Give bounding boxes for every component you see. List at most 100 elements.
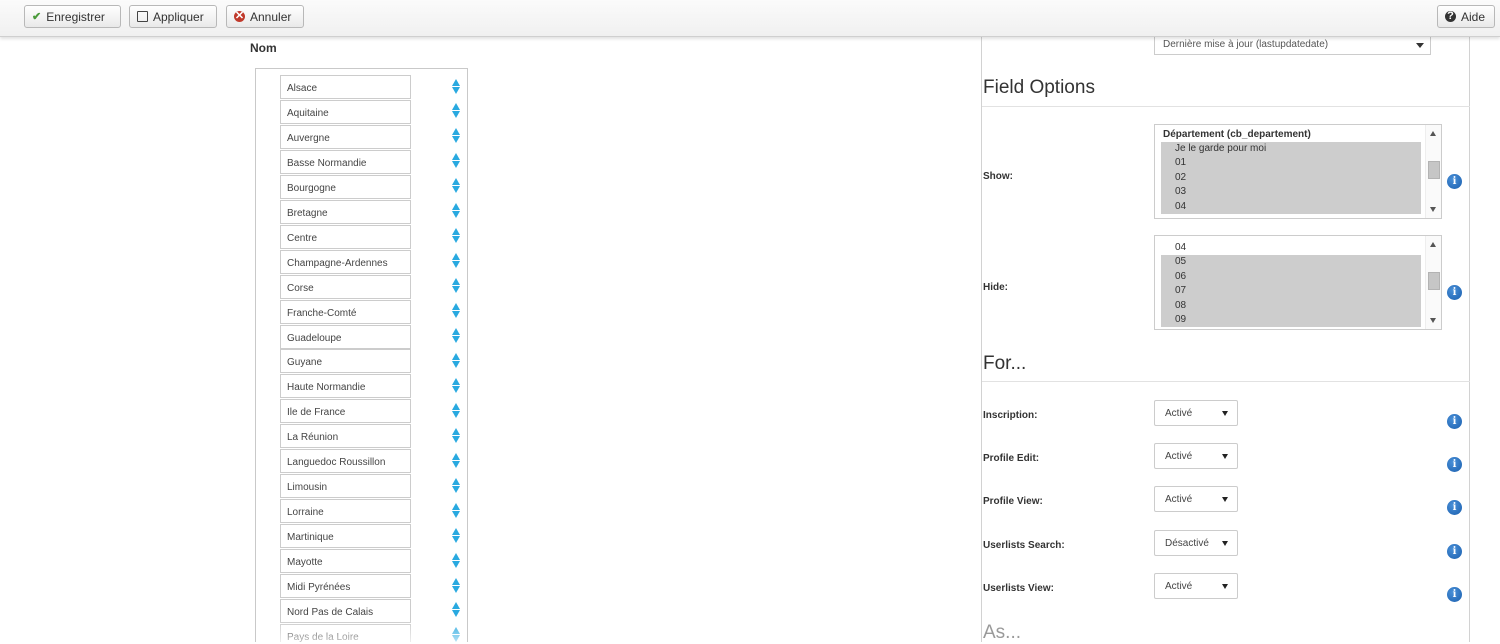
list-item[interactable]: Guadeloupe bbox=[256, 319, 467, 349]
caret-down-icon bbox=[1222, 497, 1228, 503]
caret-down-icon bbox=[1222, 540, 1228, 546]
drag-handle-icon[interactable] bbox=[450, 626, 462, 642]
cancel-icon: ✕ bbox=[234, 10, 245, 22]
list-item[interactable]: Auvergne bbox=[256, 119, 467, 149]
list-item[interactable]: Lorraine bbox=[256, 493, 467, 524]
info-icon[interactable]: i bbox=[1447, 586, 1462, 602]
list-item[interactable]: Guyane bbox=[256, 343, 467, 374]
show-scrollbar[interactable] bbox=[1425, 125, 1441, 218]
show-option[interactable]: Je le garde pour moi bbox=[1161, 142, 1421, 157]
for-row-select[interactable]: Activé bbox=[1154, 486, 1238, 513]
show-optgroup: Département (cb_departement) bbox=[1163, 129, 1311, 140]
list-item[interactable]: Languedoc Roussillon bbox=[256, 443, 467, 474]
list-item[interactable]: Mayotte bbox=[256, 543, 467, 574]
for-row-select[interactable]: Activé bbox=[1154, 443, 1238, 470]
drag-handle-icon[interactable] bbox=[450, 551, 462, 569]
cancel-label: Annuler bbox=[250, 9, 292, 24]
help-label: Aide bbox=[1461, 9, 1486, 24]
list-item[interactable]: Aquitaine bbox=[256, 94, 467, 124]
for-row-select-value: Activé bbox=[1165, 451, 1193, 463]
drag-handle-icon[interactable] bbox=[450, 501, 462, 519]
drag-handle-icon[interactable] bbox=[450, 426, 462, 444]
drag-handle-icon[interactable] bbox=[450, 202, 462, 220]
scroll-up-icon bbox=[1430, 131, 1436, 136]
hide-scrollbar[interactable] bbox=[1425, 236, 1441, 329]
list-title: Nom bbox=[250, 41, 277, 55]
list-item[interactable]: Bretagne bbox=[256, 194, 467, 224]
hide-option[interactable]: 08 bbox=[1161, 298, 1421, 313]
info-icon[interactable]: i bbox=[1447, 543, 1462, 559]
show-option[interactable]: 04 bbox=[1161, 199, 1421, 214]
list-item[interactable]: Haute Normandie bbox=[256, 368, 467, 399]
for-row-select[interactable]: Activé bbox=[1154, 572, 1238, 599]
drag-handle-icon[interactable] bbox=[450, 77, 462, 95]
list-item[interactable]: Midi Pyrénées bbox=[256, 568, 467, 598]
list-item[interactable]: Ile de France bbox=[256, 393, 467, 424]
list-item[interactable]: Martinique bbox=[256, 518, 467, 549]
scroll-up-icon bbox=[1430, 242, 1436, 247]
hide-option[interactable]: 04 bbox=[1161, 241, 1421, 255]
toolbar: ✔ Enregistrer Appliquer ✕ Annuler ? Aide bbox=[0, 0, 1500, 37]
list-item[interactable]: Limousin bbox=[256, 468, 467, 499]
apply-button[interactable]: Appliquer bbox=[129, 5, 217, 28]
list-item-input[interactable]: Pays de la Loire bbox=[280, 623, 411, 642]
list-item[interactable]: Bourgogne bbox=[256, 169, 467, 199]
drag-handle-icon[interactable] bbox=[450, 177, 462, 195]
drag-handle-icon[interactable] bbox=[450, 576, 462, 594]
caret-down-icon bbox=[1222, 583, 1228, 589]
as-title: As... bbox=[983, 622, 1022, 643]
scroll-thumb[interactable] bbox=[1428, 161, 1440, 179]
drag-handle-icon[interactable] bbox=[450, 451, 462, 469]
drag-handle-icon[interactable] bbox=[450, 227, 462, 245]
hide-option[interactable]: 09 bbox=[1161, 312, 1421, 328]
drag-handle-icon[interactable] bbox=[450, 327, 462, 345]
drag-handle-icon[interactable] bbox=[450, 476, 462, 494]
drag-handle-icon[interactable] bbox=[450, 351, 462, 369]
list-item[interactable]: Alsace bbox=[256, 69, 467, 99]
list-item[interactable]: Nord Pas de Calais bbox=[256, 593, 467, 623]
check-icon: ✔ bbox=[32, 11, 42, 23]
drag-handle-icon[interactable] bbox=[450, 127, 462, 145]
list-item[interactable]: Centre bbox=[256, 219, 467, 249]
sort-select[interactable]: Dernière mise à jour (lastupdatedate) bbox=[1154, 35, 1431, 55]
hide-option[interactable]: 07 bbox=[1161, 284, 1421, 299]
for-title: For... bbox=[983, 353, 1027, 374]
drag-handle-icon[interactable] bbox=[450, 376, 462, 394]
help-button[interactable]: ? Aide bbox=[1437, 5, 1495, 28]
drag-handle-icon[interactable] bbox=[450, 302, 462, 320]
caret-down-icon bbox=[1222, 454, 1228, 460]
show-option[interactable]: 03 bbox=[1161, 185, 1421, 200]
drag-handle-icon[interactable] bbox=[450, 152, 462, 170]
drag-handle-icon[interactable] bbox=[450, 277, 462, 295]
hide-option[interactable]: 06 bbox=[1161, 269, 1421, 285]
for-row-select-value: Activé bbox=[1165, 408, 1193, 419]
show-option[interactable]: 01 bbox=[1161, 156, 1421, 171]
for-row-select-value: Activé bbox=[1165, 580, 1193, 592]
hide-multiselect[interactable]: 04 05 06 07 08 09 bbox=[1154, 235, 1442, 330]
cancel-button[interactable]: ✕ Annuler bbox=[226, 5, 304, 28]
save-label: Enregistrer bbox=[46, 9, 105, 24]
list-item[interactable]: Champagne-Ardennes bbox=[256, 244, 467, 274]
drag-handle-icon[interactable] bbox=[450, 526, 462, 544]
drag-handle-icon[interactable] bbox=[450, 102, 462, 120]
list-item[interactable]: Basse Normandie bbox=[256, 144, 467, 174]
show-multiselect[interactable]: Département (cb_departement) Je le garde… bbox=[1154, 124, 1442, 219]
for-row-label: Userlists Search: bbox=[983, 539, 1065, 551]
for-row-select[interactable]: Activé bbox=[1154, 400, 1238, 426]
info-icon[interactable]: i bbox=[1447, 414, 1462, 429]
drag-handle-icon[interactable] bbox=[450, 601, 462, 619]
list-item[interactable]: Pays de la Loire bbox=[256, 618, 467, 642]
list-item[interactable]: Franche-Comté bbox=[256, 294, 467, 324]
list-item[interactable]: La Réunion bbox=[256, 418, 467, 449]
drag-handle-icon[interactable] bbox=[450, 401, 462, 419]
info-icon[interactable]: i bbox=[1447, 285, 1462, 300]
scroll-thumb[interactable] bbox=[1428, 272, 1440, 290]
show-option[interactable]: 02 bbox=[1161, 170, 1421, 186]
save-button[interactable]: ✔ Enregistrer bbox=[24, 5, 121, 28]
for-row-label: Profile View: bbox=[983, 496, 1043, 508]
info-icon[interactable]: i bbox=[1447, 174, 1462, 189]
list-item[interactable]: Corse bbox=[256, 269, 467, 299]
for-row-select[interactable]: Désactivé bbox=[1154, 529, 1238, 556]
drag-handle-icon[interactable] bbox=[450, 252, 462, 270]
hide-option[interactable]: 05 bbox=[1161, 255, 1421, 270]
